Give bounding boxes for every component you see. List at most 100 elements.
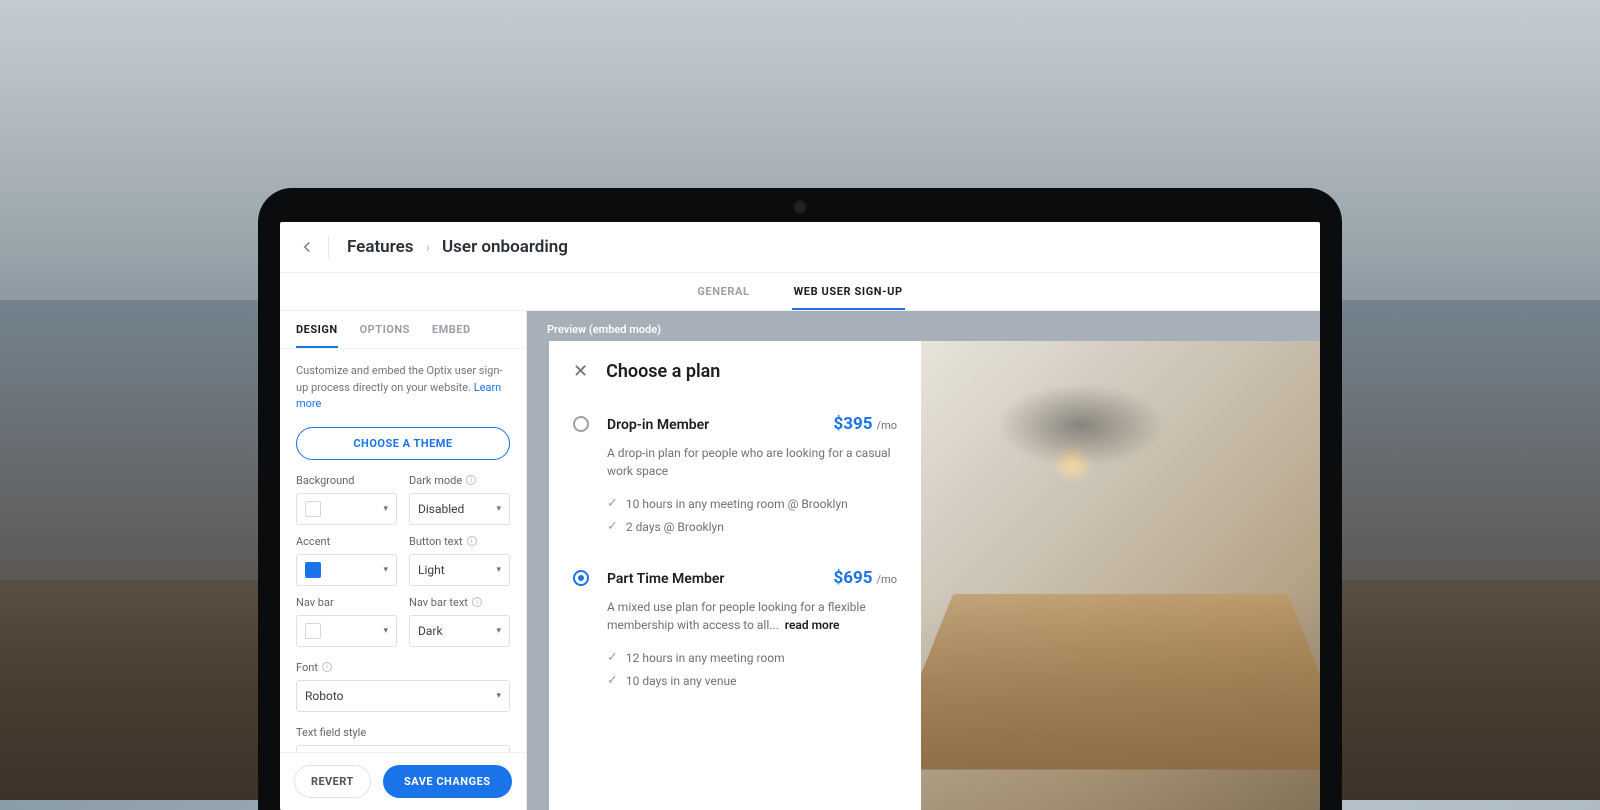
plan-radio[interactable] bbox=[573, 570, 589, 586]
plan-price-per: /mo bbox=[877, 419, 897, 432]
breadcrumb-current: User onboarding bbox=[442, 237, 568, 257]
chevron-down-icon: ▾ bbox=[383, 504, 388, 514]
field-text-field-style: Text field style Line ▾ bbox=[296, 726, 510, 753]
dark-mode-label: Dark mode i bbox=[409, 474, 510, 487]
breadcrumb-bar: Features › User onboarding bbox=[280, 222, 1320, 273]
choose-theme-button[interactable]: CHOOSE A THEME bbox=[296, 427, 510, 460]
plan-option[interactable]: Part Time Member $695/mo A mixed use pla… bbox=[573, 560, 897, 714]
dark-mode-value: Disabled bbox=[418, 502, 464, 516]
chevron-down-icon: ▾ bbox=[496, 626, 501, 636]
sidebar-tab-options[interactable]: OPTIONS bbox=[360, 323, 410, 348]
info-icon[interactable]: i bbox=[472, 597, 482, 607]
preview-label: Preview (embed mode) bbox=[547, 323, 661, 336]
navbar-text-label-text: Nav bar text bbox=[409, 596, 468, 609]
sidebar-tab-embed[interactable]: EMBED bbox=[432, 323, 471, 348]
sidebar-desc-text: Customize and embed the Optix user sign-… bbox=[296, 364, 502, 394]
feature-text: 12 hours in any meeting room bbox=[626, 651, 785, 665]
check-icon: ✓ bbox=[607, 673, 618, 688]
check-icon: ✓ bbox=[607, 650, 618, 665]
read-more-link[interactable]: read more bbox=[785, 618, 840, 632]
sidebar-content: Customize and embed the Optix user sign-… bbox=[280, 349, 526, 752]
button-text-select[interactable]: Light ▾ bbox=[409, 554, 510, 586]
dark-mode-label-text: Dark mode bbox=[409, 474, 462, 487]
info-icon[interactable]: i bbox=[322, 662, 332, 672]
font-select[interactable]: Roboto ▾ bbox=[296, 680, 510, 712]
plan-feature: ✓ 10 days in any venue bbox=[607, 669, 897, 692]
plan-price: $395 bbox=[834, 414, 873, 434]
laptop-camera bbox=[795, 202, 805, 212]
plan-header-row: Drop-in Member $395/mo bbox=[607, 414, 897, 434]
info-icon[interactable]: i bbox=[467, 536, 477, 546]
plan-price: $695 bbox=[834, 568, 873, 588]
chevron-down-icon: ▾ bbox=[383, 565, 388, 575]
background-label: Background bbox=[296, 474, 397, 487]
accent-select[interactable]: ▾ bbox=[296, 554, 397, 586]
plan-feature: ✓ 2 days @ Brooklyn bbox=[607, 515, 897, 538]
plan-name: Part Time Member bbox=[607, 571, 724, 587]
field-font: Fonti Roboto ▾ bbox=[296, 661, 510, 712]
sidebar-footer: REVERT SAVE CHANGES bbox=[280, 752, 526, 810]
tfs-select[interactable]: Line ▾ bbox=[296, 745, 510, 753]
preview-photo bbox=[921, 341, 1320, 810]
navbar-text-select[interactable]: Dark ▾ bbox=[409, 615, 510, 647]
sidebar-tab-design[interactable]: DESIGN bbox=[296, 323, 338, 348]
background-select[interactable]: ▾ bbox=[296, 493, 397, 525]
plan-feature: ✓ 12 hours in any meeting room bbox=[607, 646, 897, 669]
plan-radio[interactable] bbox=[573, 416, 589, 432]
back-arrow-icon[interactable] bbox=[298, 238, 316, 256]
design-sidebar: DESIGN OPTIONS EMBED Customize and embed… bbox=[280, 311, 527, 810]
accent-swatch bbox=[305, 562, 321, 578]
plan-panel-title: Choose a plan bbox=[606, 361, 720, 382]
plan-panel: ✕ Choose a plan Drop-in Member $395/mo bbox=[549, 341, 921, 810]
navbar-swatch bbox=[305, 623, 321, 639]
navbar-select[interactable]: ▾ bbox=[296, 615, 397, 647]
button-text-label-text: Button text bbox=[409, 535, 463, 548]
check-icon: ✓ bbox=[607, 519, 618, 534]
plan-name: Drop-in Member bbox=[607, 417, 709, 433]
plan-body: Part Time Member $695/mo A mixed use pla… bbox=[607, 568, 897, 692]
field-button-text: Button text i Light ▾ bbox=[409, 535, 510, 586]
navbar-label: Nav bar bbox=[296, 596, 397, 609]
app-screen: Features › User onboarding GENERAL WEB U… bbox=[280, 222, 1320, 810]
font-label-text: Font bbox=[296, 661, 318, 674]
sidebar-description: Customize and embed the Optix user sign-… bbox=[296, 363, 510, 413]
header-tabs: GENERAL WEB USER SIGN-UP bbox=[280, 273, 1320, 311]
revert-button[interactable]: REVERT bbox=[294, 765, 371, 798]
tab-web-user-signup[interactable]: WEB USER SIGN-UP bbox=[792, 273, 905, 310]
preview-area: Preview (embed mode) ✕ Choose a plan bbox=[527, 311, 1320, 810]
editor-body: DESIGN OPTIONS EMBED Customize and embed… bbox=[280, 311, 1320, 810]
close-icon[interactable]: ✕ bbox=[573, 361, 588, 382]
check-icon: ✓ bbox=[607, 496, 618, 511]
font-value: Roboto bbox=[305, 689, 343, 703]
plan-features: ✓ 10 hours in any meeting room @ Brooklyn… bbox=[607, 492, 897, 538]
button-text-value: Light bbox=[418, 563, 445, 577]
plan-body: Drop-in Member $395/mo A drop-in plan fo… bbox=[607, 414, 897, 538]
plan-header-row: Part Time Member $695/mo bbox=[607, 568, 897, 588]
accent-label: Accent bbox=[296, 535, 397, 548]
button-text-label: Button text i bbox=[409, 535, 510, 548]
plan-panel-header: ✕ Choose a plan bbox=[573, 361, 897, 382]
feature-text: 10 days in any venue bbox=[626, 674, 737, 688]
plan-description: A drop-in plan for people who are lookin… bbox=[607, 444, 897, 480]
feature-text: 10 hours in any meeting room @ Brooklyn bbox=[626, 497, 848, 511]
plan-description: A mixed use plan for people looking for … bbox=[607, 598, 897, 634]
chevron-right-icon: › bbox=[426, 238, 431, 256]
chevron-down-icon: ▾ bbox=[496, 565, 501, 575]
field-dark-mode: Dark mode i Disabled ▾ bbox=[409, 474, 510, 525]
plan-price-per: /mo bbox=[877, 573, 897, 586]
sidebar-tabs: DESIGN OPTIONS EMBED bbox=[280, 311, 526, 349]
info-icon[interactable]: i bbox=[466, 475, 476, 485]
plan-feature: ✓ 10 hours in any meeting room @ Brooklyn bbox=[607, 492, 897, 515]
feature-text: 2 days @ Brooklyn bbox=[626, 520, 724, 534]
field-navbar-text: Nav bar text i Dark ▾ bbox=[409, 596, 510, 647]
field-accent: Accent ▾ bbox=[296, 535, 397, 586]
save-changes-button[interactable]: SAVE CHANGES bbox=[383, 765, 512, 798]
field-background: Background ▾ bbox=[296, 474, 397, 525]
vertical-divider bbox=[328, 236, 329, 258]
field-navbar: Nav bar ▾ bbox=[296, 596, 397, 647]
tab-general[interactable]: GENERAL bbox=[695, 273, 751, 310]
plan-option[interactable]: Drop-in Member $395/mo A drop-in plan fo… bbox=[573, 406, 897, 560]
breadcrumb-parent[interactable]: Features bbox=[347, 237, 414, 257]
preview-stage: ✕ Choose a plan Drop-in Member $395/mo bbox=[549, 341, 1320, 810]
dark-mode-select[interactable]: Disabled ▾ bbox=[409, 493, 510, 525]
